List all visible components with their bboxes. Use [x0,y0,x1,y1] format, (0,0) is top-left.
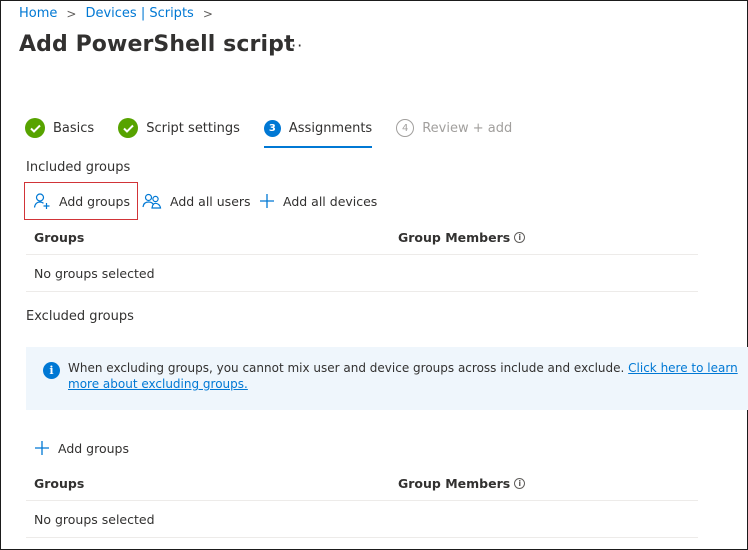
step-label: Review + add [422,120,513,136]
step-number-3: 3 [263,119,281,137]
add-all-devices-button[interactable]: Add all devices [259,186,377,216]
chevron-right-icon: > [202,6,213,21]
add-groups-label: Add groups [59,193,130,209]
info-banner: i When excluding groups, you cannot mix … [26,347,748,410]
add-all-devices-label: Add all devices [283,193,378,209]
checkmark-icon [25,118,45,138]
breadcrumb-devices-scripts[interactable]: Devices | Scripts [85,6,193,21]
plus-icon [34,440,50,456]
excluded-groups-table: Groups Group Members i No groups selecte… [26,466,698,538]
chevron-right-icon: > [66,6,77,21]
breadcrumb: Home > Devices | Scripts > [19,6,222,21]
step-label: Script settings [146,120,240,136]
add-all-users-button[interactable]: Add all users [142,186,251,216]
included-groups-table: Groups Group Members i No groups selecte… [26,220,698,292]
plus-icon [259,193,275,209]
included-groups-label: Included groups [26,160,131,175]
banner-text: When excluding groups, you cannot mix us… [68,361,625,375]
table-header: Groups Group Members i [26,466,698,501]
step-basics[interactable]: Basics [25,117,94,139]
table-header: Groups Group Members i [26,220,698,255]
step-label: Assignments [288,120,373,136]
info-icon[interactable]: i [514,477,526,489]
excluded-groups-label: Excluded groups [26,309,134,324]
breadcrumb-home[interactable]: Home [19,6,57,21]
step-script-settings[interactable]: Script settings [118,117,240,139]
checkmark-icon [118,118,139,138]
add-person-icon [33,192,51,210]
step-number-4: 4 [396,119,415,137]
included-add-groups-button[interactable]: Add groups [24,182,138,220]
info-icon[interactable]: i [514,231,526,243]
step-label: Basics [53,120,95,136]
people-icon [142,192,162,210]
add-all-users-label: Add all users [170,193,251,209]
more-options-icon[interactable]: ··· [285,36,303,55]
column-groups[interactable]: Groups [26,230,398,245]
column-groups[interactable]: Groups [26,476,398,491]
excluded-add-groups-button[interactable]: Add groups [34,433,129,463]
table-row: No groups selected [26,501,698,538]
add-groups-label: Add groups [58,440,129,456]
table-row: No groups selected [26,255,698,292]
page-title: Add PowerShell script [19,32,295,57]
column-group-members[interactable]: Group Members i [398,229,526,245]
step-assignments[interactable]: 3 Assignments [263,117,373,148]
info-icon: i [43,362,60,379]
wizard-steps: Basics Script settings 3 Assignments 4 R… [25,117,536,148]
column-group-members-label: Group Members [398,229,511,245]
column-group-members[interactable]: Group Members i [398,475,526,491]
step-review-add[interactable]: 4 Review + add [396,117,512,139]
column-group-members-label: Group Members [398,475,511,491]
